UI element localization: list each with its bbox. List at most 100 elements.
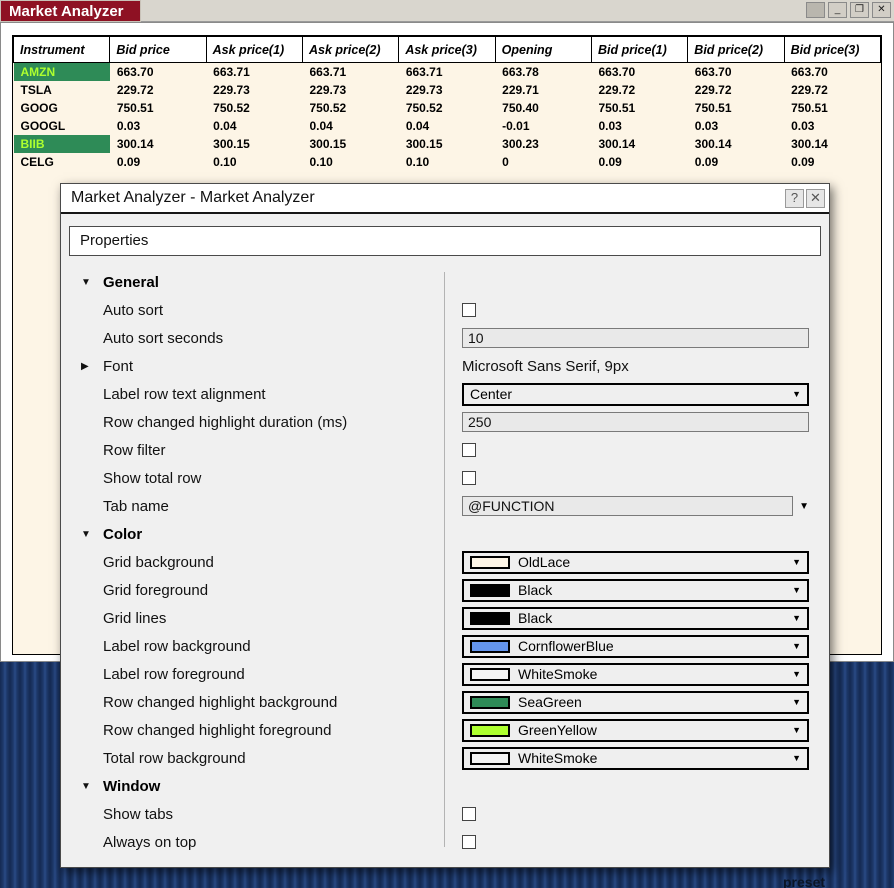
dialog-title: Market Analyzer - Market Analyzer (71, 189, 315, 206)
price-cell: 0.03 (791, 118, 815, 133)
column-header[interactable]: Bid price(2) (687, 36, 785, 63)
column-header[interactable]: Ask price(1) (205, 36, 303, 63)
property-label: Show tabs (103, 805, 174, 823)
dropdown-value: GreenYellow (518, 722, 597, 738)
close-icon[interactable]: ✕ (872, 2, 891, 18)
price-cell: 229.73 (309, 82, 347, 97)
column-header[interactable]: Instrument (12, 36, 111, 63)
table-header-row: Instrument Bid price Ask price(1) Ask price… (12, 36, 882, 63)
column-header[interactable]: Ask price(3) (398, 36, 496, 63)
expand-triangle-icon[interactable]: ▶ (81, 361, 103, 372)
label-row-text-alignment-dropdown[interactable]: Center ▼ (462, 382, 809, 406)
collapse-triangle-icon[interactable]: ▼ (81, 529, 103, 540)
row-filter-checkbox[interactable] (462, 443, 476, 457)
label-row-background-dropdown[interactable]: CornflowerBlue ▼ (462, 634, 809, 658)
property-row: Auto sort seconds (69, 324, 821, 352)
property-control (444, 443, 821, 457)
auto-sort-seconds-input[interactable] (462, 328, 809, 348)
show-total-row-checkbox[interactable] (462, 471, 476, 485)
column-header[interactable]: Bid price(3) (783, 36, 882, 63)
always-on-top-checkbox[interactable] (462, 835, 476, 849)
chevron-down-icon: ▼ (792, 753, 801, 763)
property-control (444, 303, 821, 317)
property-label: Row changed highlight duration (ms) (103, 413, 348, 431)
property-row: Grid lines Black ▼ (69, 604, 821, 632)
property-control: SeaGreen ▼ (444, 690, 821, 714)
show-tabs-checkbox[interactable] (462, 807, 476, 821)
property-row: Row changed highlight duration (ms) (69, 408, 821, 436)
minimize-icon[interactable]: _ (828, 2, 847, 18)
system-icon[interactable] (806, 2, 825, 18)
property-label: Label row background (103, 637, 251, 655)
price-cell: 0.09 (598, 154, 622, 169)
color-swatch (470, 555, 510, 569)
table-row[interactable]: GOOG 750.51 750.52 750.52 750.52 750.40 750.51… (14, 99, 881, 117)
category-label: Window (103, 777, 161, 795)
property-row: Row changed highlight foreground GreenYel… (69, 716, 821, 744)
row-changed-highlight-duration-ms-input[interactable] (462, 412, 809, 432)
tab-name-input[interactable] (462, 496, 794, 516)
grid-foreground-dropdown[interactable]: Black ▼ (462, 578, 809, 602)
property-label: Show total row (103, 469, 202, 487)
desktop-background: Market Analyzer _ ❐ ✕ Instrument Bid price A… (0, 0, 894, 888)
column-header[interactable]: Bid price(1) (590, 36, 689, 63)
price-cell: 750.51 (791, 100, 828, 115)
price-cell: 663.70 (116, 64, 154, 79)
color-swatch (470, 611, 510, 625)
category-row-general[interactable]: ▼ General (69, 268, 821, 296)
price-cell: 300.14 (791, 136, 828, 151)
table-row[interactable]: AMZN 663.70 663.71 663.71 663.71 663.78 663.70… (13, 62, 881, 81)
table-row[interactable]: TSLA 229.72 229.73 229.73 229.73 229.71 229.72… (14, 81, 881, 99)
auto-sort-checkbox[interactable] (462, 303, 476, 317)
dropdown-value: CornflowerBlue (518, 638, 614, 654)
category-row-window[interactable]: ▼ Window (69, 772, 821, 800)
table-row[interactable]: CELG 0.09 0.10 0.10 0.10 0 0.09 0.09 0.09 (14, 153, 881, 171)
help-button[interactable]: ? (785, 189, 804, 208)
close-icon[interactable]: ✕ (806, 189, 825, 208)
property-control: WhiteSmoke ▼ (444, 746, 821, 770)
category-row-color[interactable]: ▼ Color (69, 520, 821, 548)
column-header[interactable]: Bid price (109, 36, 207, 63)
price-cell: 0.03 (116, 118, 141, 133)
property-label: Grid lines (103, 609, 167, 627)
collapse-triangle-icon[interactable]: ▼ (81, 781, 103, 792)
price-cell: 300.23 (502, 136, 539, 151)
collapse-triangle-icon[interactable]: ▼ (81, 277, 103, 288)
color-swatch (470, 667, 510, 681)
property-grid: ▼GeneralAuto sortAuto sort seconds▶FontM… (69, 268, 821, 857)
properties-tabstrip[interactable]: Properties (69, 226, 821, 256)
dialog-titlebar[interactable]: Market Analyzer - Market Analyzer ? ✕ (61, 184, 829, 214)
total-row-background-dropdown[interactable]: WhiteSmoke ▼ (462, 746, 809, 770)
column-header[interactable]: Ask price(2) (301, 36, 400, 63)
price-cell: 0.09 (116, 154, 141, 169)
table-row[interactable]: GOOGL 0.03 0.04 0.04 0.04 -0.01 0.03 0.03 0.03 (14, 117, 881, 135)
price-cell: 0.09 (694, 154, 719, 169)
property-label: Grid background (103, 553, 214, 571)
chevron-down-icon[interactable]: ▼ (799, 501, 809, 512)
table-row[interactable]: BIIB 300.14 300.15 300.15 300.15 300.23 300.14… (13, 134, 881, 153)
price-cell: 300.14 (116, 136, 154, 151)
property-row: Always on top (69, 828, 821, 856)
property-control: Black ▼ (444, 606, 821, 630)
price-cell: 663.78 (502, 64, 539, 79)
property-label: Label row foreground (103, 665, 245, 683)
property-row: Show total row (69, 464, 821, 492)
grid-lines-dropdown[interactable]: Black ▼ (462, 606, 809, 630)
color-swatch (470, 639, 510, 653)
price-cell: 229.72 (791, 82, 828, 97)
grid-background-dropdown[interactable]: OldLace ▼ (462, 550, 809, 574)
price-cell: 750.51 (116, 100, 154, 115)
tab-properties: Properties (80, 232, 149, 249)
category-label: General (103, 273, 159, 291)
price-cell: 229.72 (598, 82, 636, 97)
chevron-down-icon: ▼ (792, 389, 801, 399)
restore-icon[interactable]: ❐ (850, 2, 869, 18)
window-controls: _ ❐ ✕ (806, 2, 891, 18)
row-changed-highlight-background-dropdown[interactable]: SeaGreen ▼ (462, 690, 809, 714)
color-swatch (470, 695, 510, 709)
row-changed-highlight-foreground-dropdown[interactable]: GreenYellow ▼ (462, 718, 809, 742)
property-control: Black ▼ (444, 578, 821, 602)
property-control (444, 835, 821, 849)
column-header[interactable]: Opening (494, 36, 592, 63)
label-row-foreground-dropdown[interactable]: WhiteSmoke ▼ (462, 662, 809, 686)
